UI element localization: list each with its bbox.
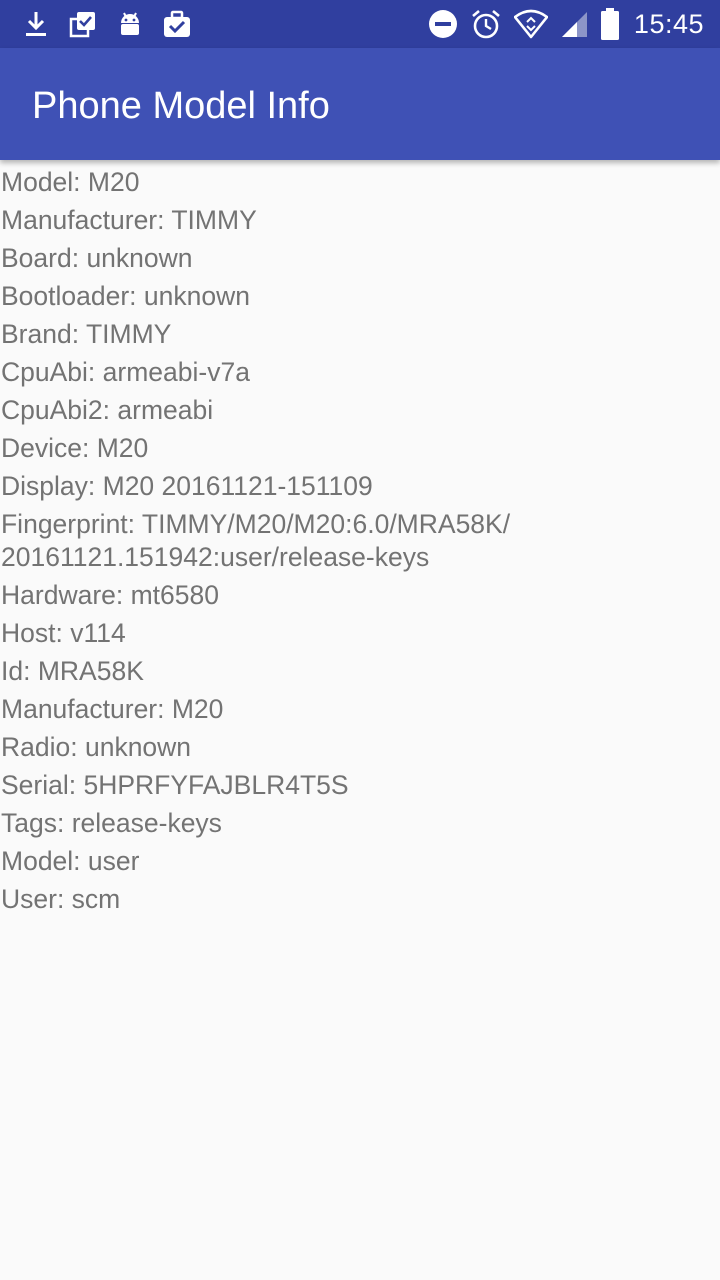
info-line-model: Model: M20 xyxy=(1,167,140,197)
cell-signal-icon xyxy=(560,9,588,39)
clipboard-check-icon xyxy=(69,10,97,38)
info-line-device: Device: M20 xyxy=(1,433,149,463)
download-icon xyxy=(22,10,50,38)
app-bar: Phone Model Info xyxy=(0,48,720,160)
do-not-disturb-icon xyxy=(428,9,458,39)
alarm-icon xyxy=(470,9,502,39)
status-clock: 15:45 xyxy=(633,8,704,39)
info-line-user: User: scm xyxy=(1,884,121,914)
info-line-fingerprint: Fingerprint: TIMMY/M20/M20:6.0/MRA58K/ 2… xyxy=(1,509,511,572)
info-line-manufacturer: Manufacturer: TIMMY xyxy=(1,205,257,235)
info-line-cpuabi2: CpuAbi2: armeabi xyxy=(1,395,214,425)
status-bar: 15:45 xyxy=(0,0,720,48)
info-line-type: Model: user xyxy=(1,846,140,876)
info-line-board: Board: unknown xyxy=(1,243,193,273)
briefcase-check-icon xyxy=(163,10,191,38)
notification-icons xyxy=(22,6,210,42)
info-line-manufacturer-2: Manufacturer: M20 xyxy=(1,694,224,724)
info-line-tags: Tags: release-keys xyxy=(1,808,222,838)
info-line-id: Id: MRA58K xyxy=(1,656,144,686)
system-icons: 15:45 xyxy=(428,0,704,48)
info-line-display: Display: M20 20161121-151109 xyxy=(1,471,373,501)
info-line-brand: Brand: TIMMY xyxy=(1,319,172,349)
info-line-radio: Radio: unknown xyxy=(1,732,192,762)
wifi-icon xyxy=(513,9,548,39)
app-title: Phone Model Info xyxy=(32,85,330,127)
info-line-hardware: Hardware: mt6580 xyxy=(1,580,219,610)
info-line-bootloader: Bootloader: unknown xyxy=(1,281,250,311)
info-line-cpuabi: CpuAbi: armeabi-v7a xyxy=(1,357,250,387)
info-list: Model: M20 Manufacturer: TIMMY Board: un… xyxy=(0,163,720,918)
info-line-serial: Serial: 5HPRFYFAJBLR4T5S xyxy=(1,770,349,800)
battery-icon xyxy=(600,8,620,40)
android-icon xyxy=(116,10,144,38)
info-line-host: Host: v114 xyxy=(1,618,126,648)
